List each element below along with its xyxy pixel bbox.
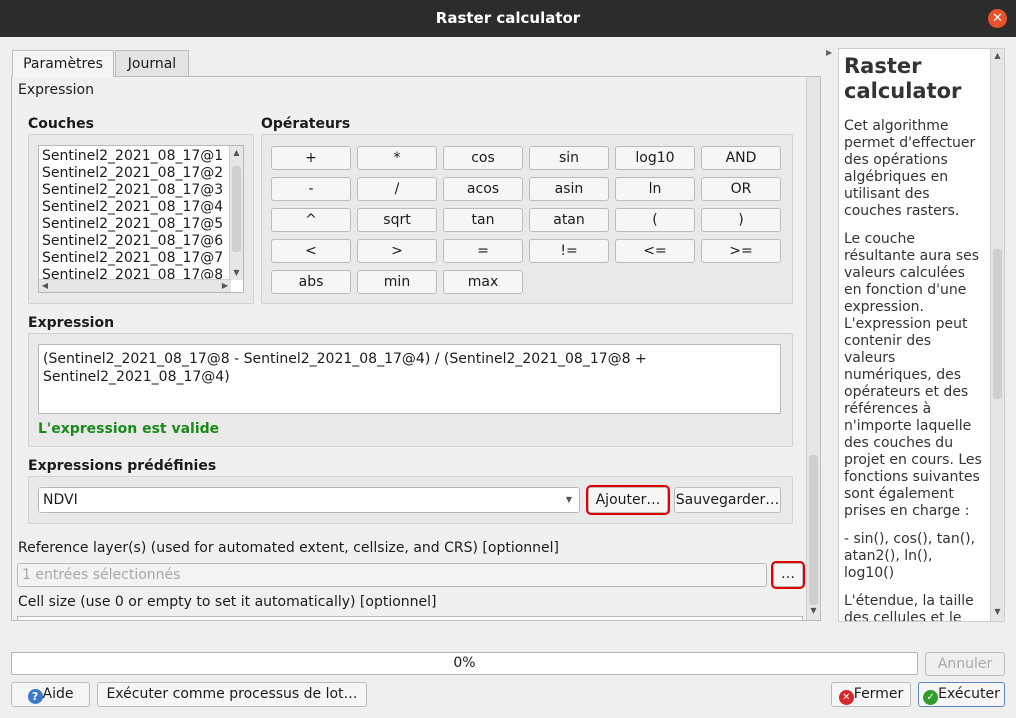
operators-label: Opérateurs	[261, 116, 351, 132]
main-scrollbar-thumb[interactable]	[809, 455, 818, 605]
help-paragraph: L'étendue, la taille des cellules et le …	[844, 593, 974, 622]
operator-button[interactable]: ln	[615, 177, 695, 201]
help-scroll-up-icon[interactable]: ▲	[991, 49, 1004, 63]
operator-button[interactable]: <=	[615, 239, 695, 263]
tab-parametres[interactable]: Paramètres	[12, 50, 114, 77]
operator-button[interactable]: log10	[615, 146, 695, 170]
operator-button[interactable]: asin	[529, 177, 609, 201]
cellsize-label: Cell size (use 0 or empty to set it auto…	[18, 594, 437, 610]
close-button[interactable]: ✕ Fermer	[831, 682, 911, 707]
help-paragraph: Le couche résultante aura ses valeurs ca…	[844, 231, 982, 519]
expression-line-2: Sentinel2_2021_08_17@4)	[43, 369, 230, 385]
progress-bar: 0%	[11, 652, 918, 675]
layers-scroll-left-icon[interactable]: ◀	[39, 280, 51, 292]
reference-layers-label: Reference layer(s) (used for automated e…	[18, 540, 559, 556]
operator-button[interactable]: ^	[271, 208, 351, 232]
operator-button[interactable]: )	[701, 208, 781, 232]
layers-hscrollbar[interactable]: ◀ ▶	[39, 279, 231, 292]
operator-button[interactable]: +	[271, 146, 351, 170]
checkmark-icon: ✓	[923, 690, 939, 705]
help-paragraph: - sin(), cos(), tan(), atan2(), ln(), lo…	[844, 531, 976, 581]
operator-button[interactable]: AND	[701, 146, 781, 170]
help-scroll-thumb[interactable]	[993, 249, 1002, 399]
close-icon: ✕	[838, 690, 854, 705]
operator-button[interactable]: >	[357, 239, 437, 263]
add-expression-button[interactable]: Ajouter…	[586, 485, 670, 515]
chevron-down-icon: ▼	[565, 495, 572, 504]
expression-line-1: (Sentinel2_2021_08_17@8 - Sentinel2_2021…	[43, 351, 647, 367]
predefined-selected-value: NDVI	[43, 492, 78, 508]
operator-button[interactable]: cos	[443, 146, 523, 170]
expression-section-label: Expression	[18, 82, 94, 98]
operator-button[interactable]: min	[357, 270, 437, 294]
operator-button[interactable]: acos	[443, 177, 523, 201]
batch-process-button[interactable]: Exécuter comme processus de lot…	[97, 682, 367, 707]
run-button[interactable]: ✓ Exécuter	[918, 682, 1005, 707]
operator-button[interactable]: OR	[701, 177, 781, 201]
main-scrollbar[interactable]: ▼	[806, 77, 820, 620]
reference-layers-input[interactable]: 1 entrées sélectionnés	[17, 563, 767, 587]
predefined-select[interactable]: NDVI ▼	[38, 487, 580, 513]
help-title: Raster calculator	[844, 54, 962, 103]
layer-list-item[interactable]: Sentinel2_2021_08_17@1	[39, 148, 243, 165]
progress-text: 0%	[453, 655, 476, 671]
layer-list-item[interactable]: Sentinel2_2021_08_17@6	[39, 233, 243, 250]
tab-journal[interactable]: Journal	[115, 50, 189, 76]
operator-button[interactable]: max	[443, 270, 523, 294]
help-paragraph: Cet algorithme permet d'effectuer des op…	[844, 118, 976, 219]
scroll-down-arrow-icon[interactable]: ▼	[807, 606, 820, 615]
help-scroll-down-icon[interactable]: ▼	[991, 605, 1004, 619]
layers-label: Couches	[28, 116, 94, 132]
operator-button[interactable]: =	[443, 239, 523, 263]
layer-list-item[interactable]: Sentinel2_2021_08_17@4	[39, 199, 243, 216]
operator-button[interactable]: !=	[529, 239, 609, 263]
help-button[interactable]: ? Aide	[11, 682, 90, 707]
help-icon: ?	[27, 689, 43, 704]
layers-list[interactable]: Sentinel2_2021_08_17@1 Sentinel2_2021_08_…	[38, 145, 244, 293]
layers-scroll-up-icon[interactable]: ▲	[230, 146, 243, 160]
run-button-label: Exécuter	[938, 686, 1000, 702]
operator-button[interactable]: tan	[443, 208, 523, 232]
layer-list-item[interactable]: Sentinel2_2021_08_17@5	[39, 216, 243, 233]
help-scrollbar[interactable]: ▲ ▼	[990, 49, 1004, 621]
help-button-label: Aide	[42, 686, 74, 702]
save-expression-button[interactable]: Sauvegarder…	[674, 487, 781, 513]
operator-button[interactable]: *	[357, 146, 437, 170]
operator-button[interactable]: sqrt	[357, 208, 437, 232]
layer-list-item[interactable]: Sentinel2_2021_08_17@2	[39, 165, 243, 182]
operator-button[interactable]: -	[271, 177, 351, 201]
operator-button[interactable]: sin	[529, 146, 609, 170]
expression-input[interactable]: (Sentinel2_2021_08_17@8 - Sentinel2_2021…	[38, 344, 781, 414]
predefined-label: Expressions prédéfinies	[28, 458, 217, 474]
layer-list-item[interactable]: Sentinel2_2021_08_17@7	[39, 250, 243, 267]
layers-scroll-right-icon[interactable]: ▶	[219, 280, 231, 292]
window-title: Raster calculator	[435, 9, 581, 27]
operators-grid: + * cos sin log10 AND - / acos asin ln OR ^ sqrt tan at…	[271, 146, 786, 296]
operator-button[interactable]: atan	[529, 208, 609, 232]
cellsize-input[interactable]	[17, 616, 803, 620]
layers-scroll-thumb[interactable]	[232, 166, 241, 252]
operator-button[interactable]: >=	[701, 239, 781, 263]
layer-list-item[interactable]: Sentinel2_2021_08_17@3	[39, 182, 243, 199]
operator-button[interactable]: (	[615, 208, 695, 232]
help-panel: Raster calculator Cet algorithme permet …	[838, 48, 1005, 622]
title-bar: Raster calculator ✕	[0, 0, 1016, 37]
operator-button[interactable]: /	[357, 177, 437, 201]
expression-label: Expression	[28, 315, 115, 331]
collapse-help-icon[interactable]: ▶	[826, 48, 832, 57]
expression-status: L'expression est valide	[38, 421, 220, 437]
operator-button[interactable]: abs	[271, 270, 351, 294]
close-button-label: Fermer	[853, 686, 904, 702]
cancel-button[interactable]: Annuler	[925, 652, 1005, 676]
close-window-icon[interactable]: ✕	[988, 9, 1007, 28]
layers-scroll-down-icon[interactable]: ▼	[230, 266, 243, 280]
operator-button[interactable]: <	[271, 239, 351, 263]
layers-scrollbar[interactable]: ▲ ▼	[229, 146, 243, 280]
browse-reference-button[interactable]: …	[771, 561, 805, 589]
